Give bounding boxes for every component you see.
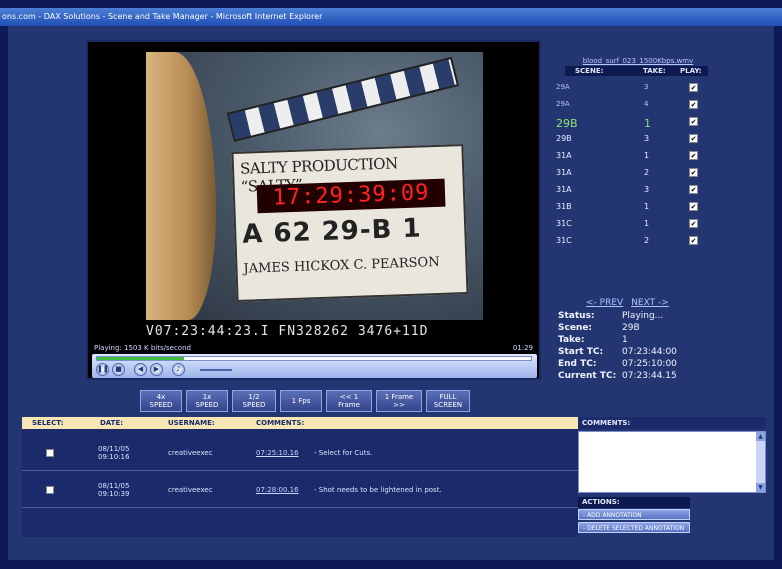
play-checkbox[interactable]: ✔	[689, 236, 698, 245]
play-checkbox[interactable]: ✔	[689, 151, 698, 160]
select-checkbox[interactable]	[46, 449, 54, 457]
scene-header: SCENE:	[575, 67, 604, 75]
select-header: SELECT:	[32, 419, 64, 427]
annotations-header: SELECT: DATE: USERNAME: COMMENTS:	[22, 417, 578, 429]
play-checkbox[interactable]: ✔	[689, 117, 698, 126]
speed-half-button[interactable]: 1/2 SPEED	[232, 390, 276, 412]
end-tc-value: 07:25:10:00	[622, 359, 677, 369]
play-checkbox[interactable]: ✔	[689, 83, 698, 92]
video-player[interactable]: SALTY PRODUCTION “SALTY” 17:29:39:09 A 6…	[86, 40, 541, 380]
scene-row[interactable]: 29A 3 ✔	[556, 80, 716, 97]
slate-names: JAMES HICKOX C. PEARSON	[243, 254, 440, 277]
date-header: DATE:	[100, 419, 124, 427]
add-annotation-button[interactable]: - ADD ANNOTATION	[578, 509, 690, 520]
annotation-date: 08/11/05 09:10:16	[98, 445, 130, 461]
burnin-timecode: V07:23:44:23.I FN328262 3476+11D	[146, 324, 429, 339]
end-tc-label: End TC:	[558, 359, 597, 369]
annotation-timecode-link[interactable]: 07:28:00.16	[256, 486, 299, 494]
status-value: Playing...	[622, 311, 664, 321]
annotation-user: creativeexec	[168, 449, 213, 457]
clip-filename[interactable]: blood_surf_023_1500Kbps.wmv	[568, 57, 708, 65]
comments-textarea[interactable]: ▲ ▼	[578, 431, 766, 493]
volume-icon[interactable]: ♪	[172, 363, 185, 376]
video-frame: SALTY PRODUCTION “SALTY” 17:29:39:09 A 6…	[146, 52, 483, 320]
elapsed-time: 01:29	[512, 344, 533, 352]
scene-row[interactable]: 29A 4 ✔	[556, 97, 716, 114]
annotation-timecode-link[interactable]: 07:25:10.16	[256, 449, 299, 457]
scene-value: 29B	[622, 323, 640, 333]
next-link[interactable]: NEXT ->	[631, 298, 669, 308]
forward-frame-button[interactable]: 1 Frame >>	[376, 390, 422, 412]
actions-title: ACTIONS:	[578, 497, 690, 508]
annotation-row[interactable]: 08/11/05 09:10:16 creativeexec 07:25:10.1…	[22, 435, 578, 471]
take-header: TAKE:	[643, 67, 666, 75]
window-title: ons.com - DAX Solutions - Scene and Take…	[0, 8, 782, 26]
select-checkbox[interactable]	[46, 486, 54, 494]
start-tc-value: 07:23:44:00	[622, 347, 677, 357]
scene-label: Scene:	[558, 323, 593, 333]
scene-row[interactable]: 31C 2 ✔	[556, 233, 716, 250]
username-header: USERNAME:	[168, 419, 215, 427]
slate-clapper	[226, 56, 460, 143]
take-label: Take:	[558, 335, 585, 345]
speed-1x-button[interactable]: 1x SPEED	[186, 390, 228, 412]
play-checkbox[interactable]: ✔	[689, 185, 698, 194]
annotation-comment: - Select for Cuts.	[314, 449, 373, 457]
speed-buttons: 4x SPEED 1x SPEED 1/2 SPEED 1 Fps << 1 F…	[140, 390, 470, 412]
scene-row[interactable]: 31B 1 ✔	[556, 199, 716, 216]
playing-bitrate: Playing: 1503 K bits/second	[94, 344, 191, 352]
play-checkbox[interactable]: ✔	[689, 100, 698, 109]
page-content: SALTY PRODUCTION “SALTY” 17:29:39:09 A 6…	[8, 26, 774, 560]
comments-header: COMMENTS:	[256, 419, 305, 427]
fps-1-button[interactable]: 1 Fps	[280, 390, 322, 412]
status-label: Status:	[558, 311, 595, 321]
scene-row[interactable]: 31A 3 ✔	[556, 182, 716, 199]
delete-annotation-button[interactable]: - DELETE SELECTED ANNOTATION	[578, 522, 690, 533]
scene-table-header: SCENE: TAKE: PLAY:	[565, 66, 708, 76]
scroll-down-icon[interactable]: ▼	[756, 483, 765, 492]
back-frame-button[interactable]: << 1 Frame	[326, 390, 372, 412]
annotation-comment: - Shot needs to be lightened in post.	[314, 486, 442, 494]
annotation-row[interactable]: 08/11/05 09:10:39 creativeexec 07:28:00.1…	[22, 472, 578, 508]
rewind-icon[interactable]: ◀	[134, 363, 147, 376]
volume-slider[interactable]	[200, 369, 232, 371]
scene-row[interactable]: 31A 2 ✔	[556, 165, 716, 182]
fast-forward-icon[interactable]: ▶	[150, 363, 163, 376]
slate-roll-scene-take: A 62 29-B 1	[241, 213, 423, 250]
prev-link[interactable]: <- PREV	[586, 298, 623, 308]
play-checkbox[interactable]: ✔	[689, 219, 698, 228]
play-checkbox[interactable]: ✔	[689, 168, 698, 177]
comments-scrollbar[interactable]: ▲ ▼	[756, 432, 765, 492]
seek-progress	[97, 357, 184, 360]
seek-bar[interactable]	[96, 356, 532, 361]
scene-row[interactable]: 31C 1 ✔	[556, 216, 716, 233]
play-checkbox[interactable]: ✔	[689, 202, 698, 211]
current-tc-value: 07:23:44.15	[622, 371, 677, 381]
player-controls: ❚❚ ■ ◀ ▶ ♪	[92, 354, 537, 378]
scene-pager: <- PREV NEXT ->	[586, 298, 677, 308]
video-hair-shape	[146, 52, 216, 320]
clapperboard: SALTY PRODUCTION “SALTY” 17:29:39:09 A 6…	[231, 143, 469, 303]
fullscreen-button[interactable]: FULL SCREEN	[426, 390, 470, 412]
annotation-date: 08/11/05 09:10:39	[98, 482, 130, 498]
play-header: PLAY:	[680, 67, 702, 75]
stop-icon[interactable]: ■	[112, 363, 125, 376]
scene-row[interactable]: 29B 3 ✔	[556, 131, 716, 148]
scene-row[interactable]: 31A 1 ✔	[556, 148, 716, 165]
annotation-user: creativeexec	[168, 486, 213, 494]
speed-4x-button[interactable]: 4x SPEED	[140, 390, 182, 412]
status-panel: Status: Playing... Scene: 29B Take: 1 Start…	[558, 311, 738, 383]
scene-row-current[interactable]: 29B 1 ✔	[556, 114, 716, 131]
pause-icon[interactable]: ❚❚	[96, 363, 109, 376]
comments-panel-title: COMMENTS:	[578, 417, 766, 429]
current-tc-label: Current TC:	[558, 371, 617, 381]
scene-list: 29A 3 ✔ 29A 4 ✔ 29B 1 ✔ 29B 3 ✔ 31A 1 ✔ 31A 2 ✔ 31A 3…	[556, 80, 716, 250]
annotations-table: SELECT: DATE: USERNAME: COMMENTS: 08/11/…	[22, 417, 578, 537]
scroll-up-icon[interactable]: ▲	[756, 432, 765, 441]
take-value: 1	[622, 335, 628, 345]
slate-timecode: 17:29:39:09	[256, 178, 446, 214]
start-tc-label: Start TC:	[558, 347, 604, 357]
play-checkbox[interactable]: ✔	[689, 134, 698, 143]
browser-window: ons.com - DAX Solutions - Scene and Take…	[0, 0, 782, 569]
